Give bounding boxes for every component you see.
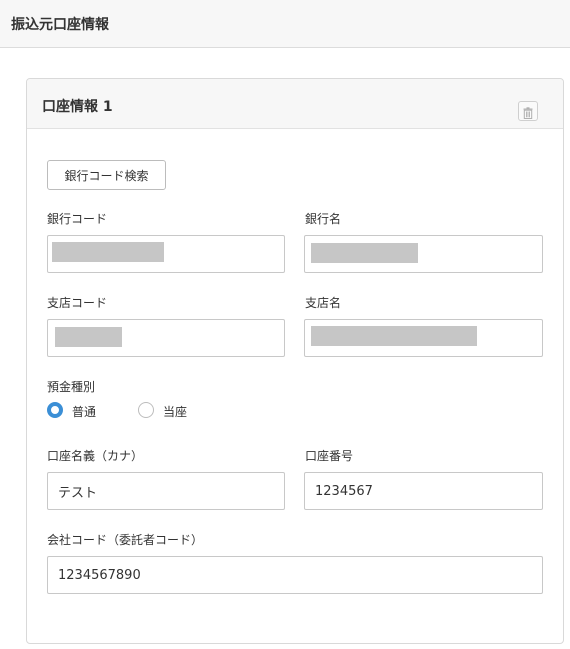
redacted-branch-name bbox=[311, 326, 477, 346]
bank-name-label: 銀行名 bbox=[305, 212, 342, 226]
branch-name-label: 支店名 bbox=[305, 296, 342, 310]
redacted-bank-code bbox=[52, 242, 164, 262]
card-title: 口座情報 1 bbox=[42, 99, 113, 115]
bank-code-label: 銀行コード bbox=[47, 212, 108, 226]
company-code-label: 会社コード（委託者コード） bbox=[47, 533, 204, 547]
deposit-type-futsu-label[interactable]: 普通 bbox=[72, 403, 96, 420]
deposit-type-touza-label[interactable]: 当座 bbox=[163, 403, 187, 420]
trash-icon bbox=[523, 106, 533, 119]
bank-code-search-button[interactable]: 銀行コード検索 bbox=[47, 160, 166, 190]
page-header: 振込元口座情報 bbox=[0, 0, 570, 48]
deposit-type-label: 預金種別 bbox=[47, 380, 96, 394]
account-name-input[interactable] bbox=[47, 472, 285, 510]
account-number-label: 口座番号 bbox=[305, 449, 354, 463]
redacted-bank-name bbox=[311, 243, 418, 263]
page-title: 振込元口座情報 bbox=[11, 17, 109, 33]
deposit-type-touza-radio[interactable] bbox=[138, 402, 154, 418]
account-card: 口座情報 1 銀行コード検索 銀行コード 銀行名 支店コード 支店名 預金種別 … bbox=[26, 78, 564, 644]
company-code-input[interactable] bbox=[47, 556, 543, 594]
branch-code-label: 支店コード bbox=[47, 296, 108, 310]
card-header: 口座情報 1 bbox=[27, 79, 563, 129]
account-name-label: 口座名義（カナ） bbox=[47, 449, 144, 463]
account-number-input[interactable] bbox=[304, 472, 543, 510]
deposit-type-futsu-radio[interactable] bbox=[47, 402, 63, 418]
delete-account-button[interactable] bbox=[518, 101, 538, 121]
redacted-branch-code bbox=[55, 327, 122, 347]
